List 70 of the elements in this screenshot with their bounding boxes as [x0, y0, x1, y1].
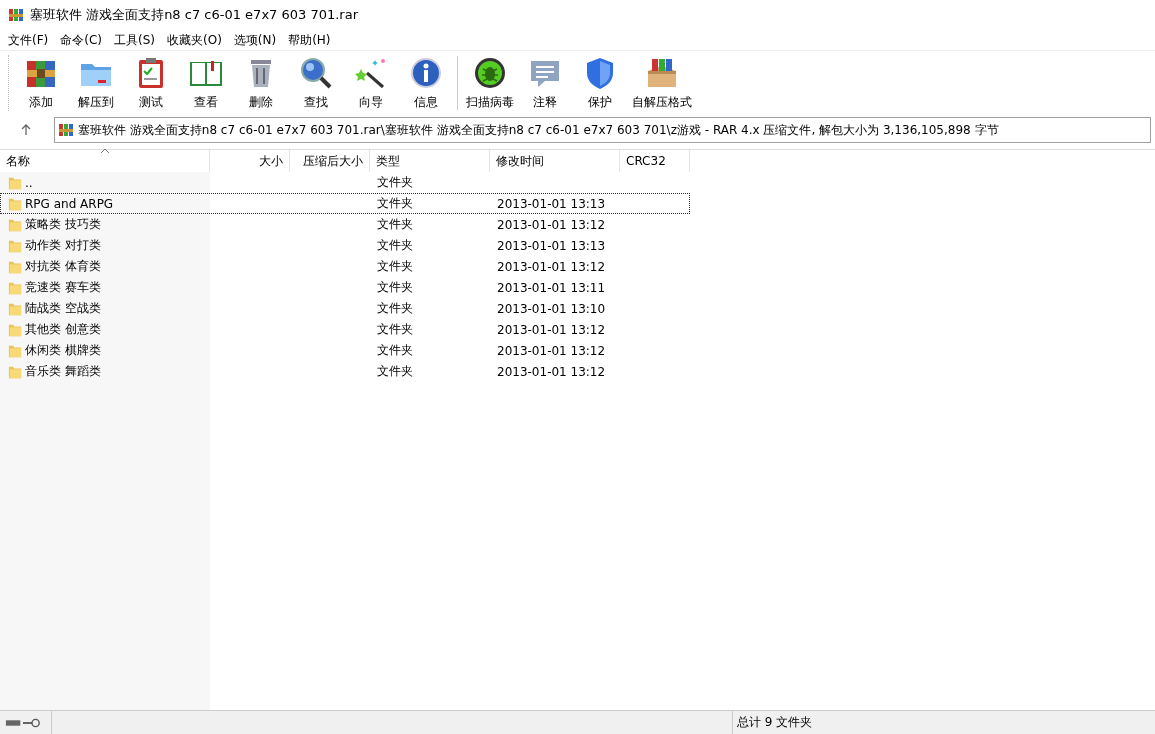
up-arrow-icon — [20, 124, 32, 136]
file-row[interactable]: 对抗类 体育类 文件夹 2013-01-01 13:12 — [0, 256, 690, 277]
file-row[interactable]: 动作类 对打类 文件夹 2013-01-01 13:13 — [0, 235, 690, 256]
file-name: .. — [25, 175, 33, 190]
toolbar-button[interactable]: 删除 — [233, 53, 288, 113]
modified-time: 2013-01-01 13:12 — [497, 217, 606, 232]
file-row[interactable]: 其他类 创意类 文件夹 2013-01-01 13:12 — [0, 319, 690, 340]
file-name: 陆战类 空战类 — [25, 300, 101, 317]
file-type: 文件夹 — [377, 321, 413, 338]
menu-item[interactable]: 收藏夹(O) — [162, 31, 227, 49]
modified-time: 2013-01-01 13:12 — [497, 364, 606, 379]
window-title: 塞班软件 游戏全面支持n8 c7 c6-01 e7x7 603 701.rar — [30, 6, 359, 24]
menu-item[interactable]: 帮助(H) — [283, 31, 336, 49]
file-name: 竞速类 赛车类 — [25, 279, 101, 296]
file-name: RPG and ARPG — [25, 196, 114, 211]
modified-time: 2013-01-01 13:13 — [497, 238, 606, 253]
toolbar-button[interactable]: 向导 — [343, 53, 398, 113]
column-header[interactable]: 类型 — [370, 150, 490, 172]
column-header[interactable]: 修改时间 — [490, 150, 620, 172]
file-type: 文件夹 — [377, 258, 413, 275]
modified-time: 2013-01-01 13:12 — [497, 259, 606, 274]
file-type: 文件夹 — [377, 237, 413, 254]
file-type: 文件夹 — [377, 342, 413, 359]
modified-time: 2013-01-01 13:12 — [497, 322, 606, 337]
file-row[interactable]: .. 文件夹 — [0, 172, 690, 193]
file-name: 音乐类 舞蹈类 — [25, 363, 101, 380]
toolbar-button[interactable]: 自解压格式 — [627, 53, 697, 113]
file-name: 动作类 对打类 — [25, 237, 101, 254]
menu-item[interactable]: 文件(F) — [3, 31, 54, 49]
toolbar-button[interactable]: 添加 — [13, 53, 68, 113]
file-name: 策略类 技巧类 — [25, 216, 101, 233]
toolbar-button[interactable]: 保护 — [572, 53, 627, 113]
status-summary: 总计 9 文件夹 — [737, 714, 814, 731]
modified-time: 2013-01-01 13:11 — [497, 280, 606, 295]
file-row[interactable]: 竞速类 赛车类 文件夹 2013-01-01 13:11 — [0, 277, 690, 298]
toolbar-button[interactable]: 扫描病毒 — [462, 53, 517, 113]
file-name: 休闲类 棋牌类 — [25, 342, 101, 359]
menu-item[interactable]: 选项(N) — [228, 31, 282, 49]
file-type: 文件夹 — [377, 216, 413, 233]
column-header[interactable]: 名称 — [0, 150, 210, 172]
toolbar-button[interactable]: 查找 — [288, 53, 343, 113]
file-row[interactable]: 音乐类 舞蹈类 文件夹 2013-01-01 13:12 — [0, 361, 690, 382]
column-header[interactable]: 压缩后大小 — [290, 150, 370, 172]
menu-item[interactable]: 命令(C) — [55, 31, 107, 49]
toolbar-button[interactable]: 注释 — [517, 53, 572, 113]
column-header[interactable]: CRC32 — [620, 150, 690, 172]
app-icon — [8, 7, 24, 23]
file-type: 文件夹 — [377, 195, 413, 212]
column-header[interactable]: 大小 — [210, 150, 290, 172]
toolbar-button[interactable]: 解压到 — [68, 53, 123, 113]
file-name: 对抗类 体育类 — [25, 258, 101, 275]
file-row[interactable]: 休闲类 棋牌类 文件夹 2013-01-01 13:12 — [0, 340, 690, 361]
archive-icon — [58, 122, 74, 138]
drive-key-icon — [5, 717, 41, 728]
toolbar-button[interactable]: 信息 — [398, 53, 453, 113]
toolbar-button[interactable]: 测试 — [123, 53, 178, 113]
file-type: 文件夹 — [377, 174, 413, 191]
file-row[interactable]: 策略类 技巧类 文件夹 2013-01-01 13:12 — [0, 214, 690, 235]
menu-item[interactable]: 工具(S) — [109, 31, 160, 49]
toolbar-button[interactable]: 查看 — [178, 53, 233, 113]
file-row[interactable]: RPG and ARPG 文件夹 2013-01-01 13:13 — [0, 193, 690, 214]
modified-time: 2013-01-01 13:12 — [497, 343, 606, 358]
file-type: 文件夹 — [377, 300, 413, 317]
modified-time: 2013-01-01 13:13 — [497, 196, 606, 211]
file-type: 文件夹 — [377, 363, 413, 380]
file-name: 其他类 创意类 — [25, 321, 101, 338]
file-type: 文件夹 — [377, 279, 413, 296]
modified-time: 2013-01-01 13:10 — [497, 301, 606, 316]
file-row[interactable]: 陆战类 空战类 文件夹 2013-01-01 13:10 — [0, 298, 690, 319]
address-field[interactable]: 塞班软件 游戏全面支持n8 c7 c6-01 e7x7 603 701.rar\塞班软件 游戏全面支持n8 c7 c6-01 e7x7 603 701\z游戏 - RAR 4.x 压缩文件, 解包大小为 3,136,105,898 字节 — [54, 117, 1151, 143]
